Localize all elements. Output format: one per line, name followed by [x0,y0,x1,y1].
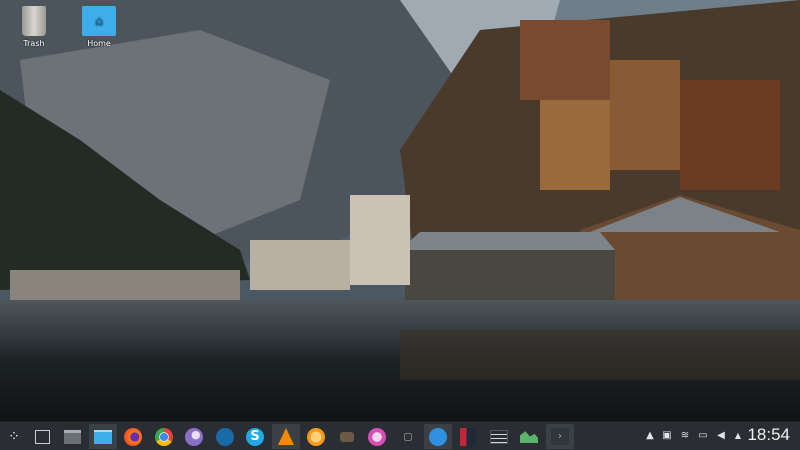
show-desktop-button[interactable] [28,424,56,449]
ide-icon [460,427,476,446]
taskbar-gimp[interactable] [333,424,361,449]
taskbar-system-monitor[interactable] [515,424,543,449]
desktop-icon-trash[interactable]: Trash [9,6,59,48]
wallpaper [0,0,800,421]
network-icon [429,427,447,446]
wifi-icon[interactable]: ≋ [678,429,692,443]
taskbar-terminal[interactable]: › [546,424,574,449]
taskbar-skype[interactable]: S [241,424,269,449]
app-icon [404,432,412,441]
taskbar-kdevelop[interactable] [454,424,482,449]
trash-icon [22,6,46,36]
pink-icon [368,427,386,446]
taskbar-discover[interactable] [180,424,208,449]
window-list-icon [63,429,81,444]
taskbar-network-app[interactable] [424,424,452,449]
orange-icon [307,427,325,446]
taskbar-steam[interactable] [211,424,239,449]
battery-icon[interactable]: ▭ [696,429,710,443]
clipboard-icon[interactable]: ▣ [660,429,674,443]
taskbar-dolphin[interactable] [89,424,117,449]
taskbar-settings-app[interactable] [485,424,513,449]
desktop-icon-home[interactable]: ⌂ Home [74,6,124,48]
chrome-icon [155,427,173,446]
clock[interactable]: 18:54 [747,425,790,445]
window-list-button[interactable] [58,424,86,449]
system-monitor-icon [520,431,538,443]
terminal-icon: › [551,428,569,445]
desktop-icon-label: Trash [23,39,45,48]
taskbar-pink-app[interactable] [363,424,391,449]
vlc-icon [278,428,294,445]
vlc-tray-icon[interactable]: ▲ [643,429,657,443]
desktop-icon-label: Home [87,39,111,48]
discover-icon [185,427,203,446]
skype-icon: S [246,427,264,446]
file-manager-icon [94,429,112,444]
volume-icon[interactable]: ◀ [714,429,728,443]
application-launcher-button[interactable]: ⁘ [0,424,28,449]
taskbar-small-app[interactable] [394,424,422,449]
gimp-icon [340,431,354,442]
taskbar-orange-app[interactable] [302,424,330,449]
show-desktop-icon [34,429,50,444]
expand-tray-icon[interactable]: ▲ [731,429,745,443]
steam-icon [216,427,234,446]
taskbar: ⁘ S › ▲ ▣ ≋ ▭ ◀ ▲ 18:54 [0,421,800,450]
taskbar-chrome[interactable] [150,424,178,449]
kde-launcher-icon: ⁘ [8,428,20,445]
taskbar-vlc[interactable] [272,424,300,449]
home-folder-icon: ⌂ [82,6,116,36]
firefox-icon [124,427,142,446]
sliders-icon [490,429,508,444]
taskbar-firefox[interactable] [119,424,147,449]
